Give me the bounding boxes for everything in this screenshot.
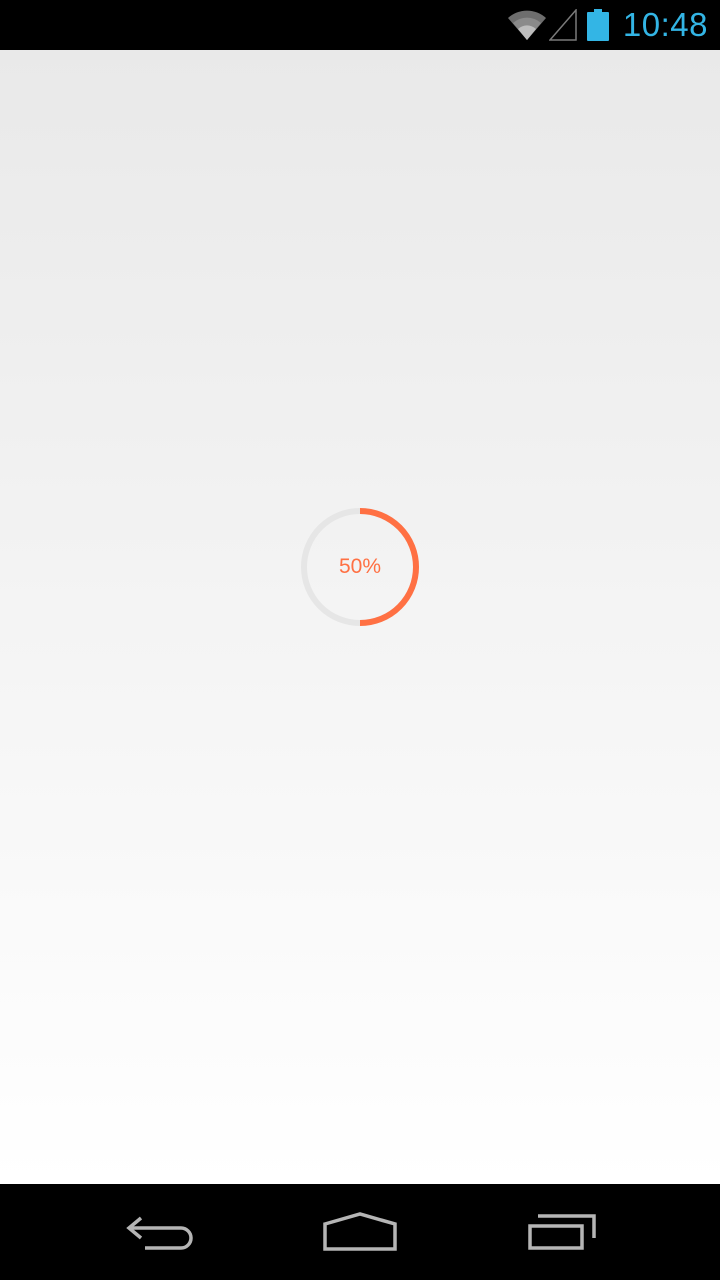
nav-bar bbox=[0, 1184, 720, 1280]
wifi-icon bbox=[507, 10, 546, 40]
back-button[interactable] bbox=[90, 1184, 230, 1280]
battery-icon bbox=[586, 9, 609, 41]
recents-icon bbox=[528, 1214, 596, 1250]
clock: 10:48 bbox=[622, 6, 708, 43]
status-icons: 10:48 bbox=[507, 0, 720, 50]
back-icon bbox=[126, 1216, 193, 1250]
status-bar: 10:48 bbox=[0, 0, 720, 50]
recents-button[interactable] bbox=[492, 1184, 632, 1280]
screen: 10:48 50% bbox=[0, 0, 720, 1280]
cell-signal-icon bbox=[548, 9, 577, 41]
home-icon bbox=[323, 1212, 397, 1251]
progress-label: 50% bbox=[338, 555, 382, 578]
home-button[interactable] bbox=[290, 1184, 430, 1280]
